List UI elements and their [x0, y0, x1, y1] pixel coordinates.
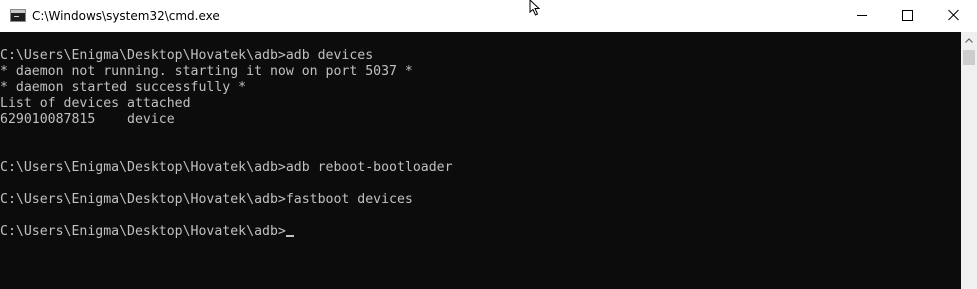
minimize-icon — [857, 15, 867, 16]
scroll-up-button[interactable] — [961, 32, 977, 49]
title-bar[interactable]: C:\Windows\system32\cmd.exe — [0, 0, 977, 32]
console-line: C:\Users\Enigma\Desktop\Hovatek\adb>adb … — [0, 160, 453, 175]
mouse-pointer-icon — [529, 0, 543, 16]
console-line: C:\Users\Enigma\Desktop\Hovatek\adb>adb … — [0, 48, 374, 63]
console-prompt: C:\Users\Enigma\Desktop\Hovatek\adb> — [0, 224, 286, 239]
cmd-window: C:\Windows\system32\cmd.exe C:\Users\Eni… — [0, 0, 977, 289]
scroll-thumb[interactable] — [963, 50, 975, 65]
console-lines: C:\Users\Enigma\Desktop\Hovatek\adb>adb … — [0, 48, 453, 240]
text-cursor — [285, 235, 294, 237]
console-line: * daemon started successfully * — [0, 80, 247, 95]
close-icon — [948, 9, 959, 21]
window-title: C:\Windows\system32\cmd.exe — [32, 9, 220, 23]
console-line: * daemon not running. starting it now on… — [0, 64, 413, 79]
console-output-area[interactable]: C:\Users\Enigma\Desktop\Hovatek\adb>adb … — [0, 32, 961, 289]
console-line: List of devices attached — [0, 96, 191, 111]
maximize-button[interactable] — [885, 0, 931, 30]
maximize-icon — [902, 10, 913, 21]
cmd-console-icon[interactable] — [10, 9, 26, 22]
console-prompt-line[interactable]: C:\Users\Enigma\Desktop\Hovatek\adb> — [0, 224, 453, 240]
console-line: C:\Users\Enigma\Desktop\Hovatek\adb>fast… — [0, 192, 413, 207]
vertical-scrollbar[interactable] — [961, 32, 977, 289]
minimize-button[interactable] — [840, 0, 886, 30]
close-button[interactable] — [931, 0, 977, 30]
scroll-up-arrow-icon — [965, 38, 973, 43]
console-line: 629010087815 device — [0, 112, 175, 127]
